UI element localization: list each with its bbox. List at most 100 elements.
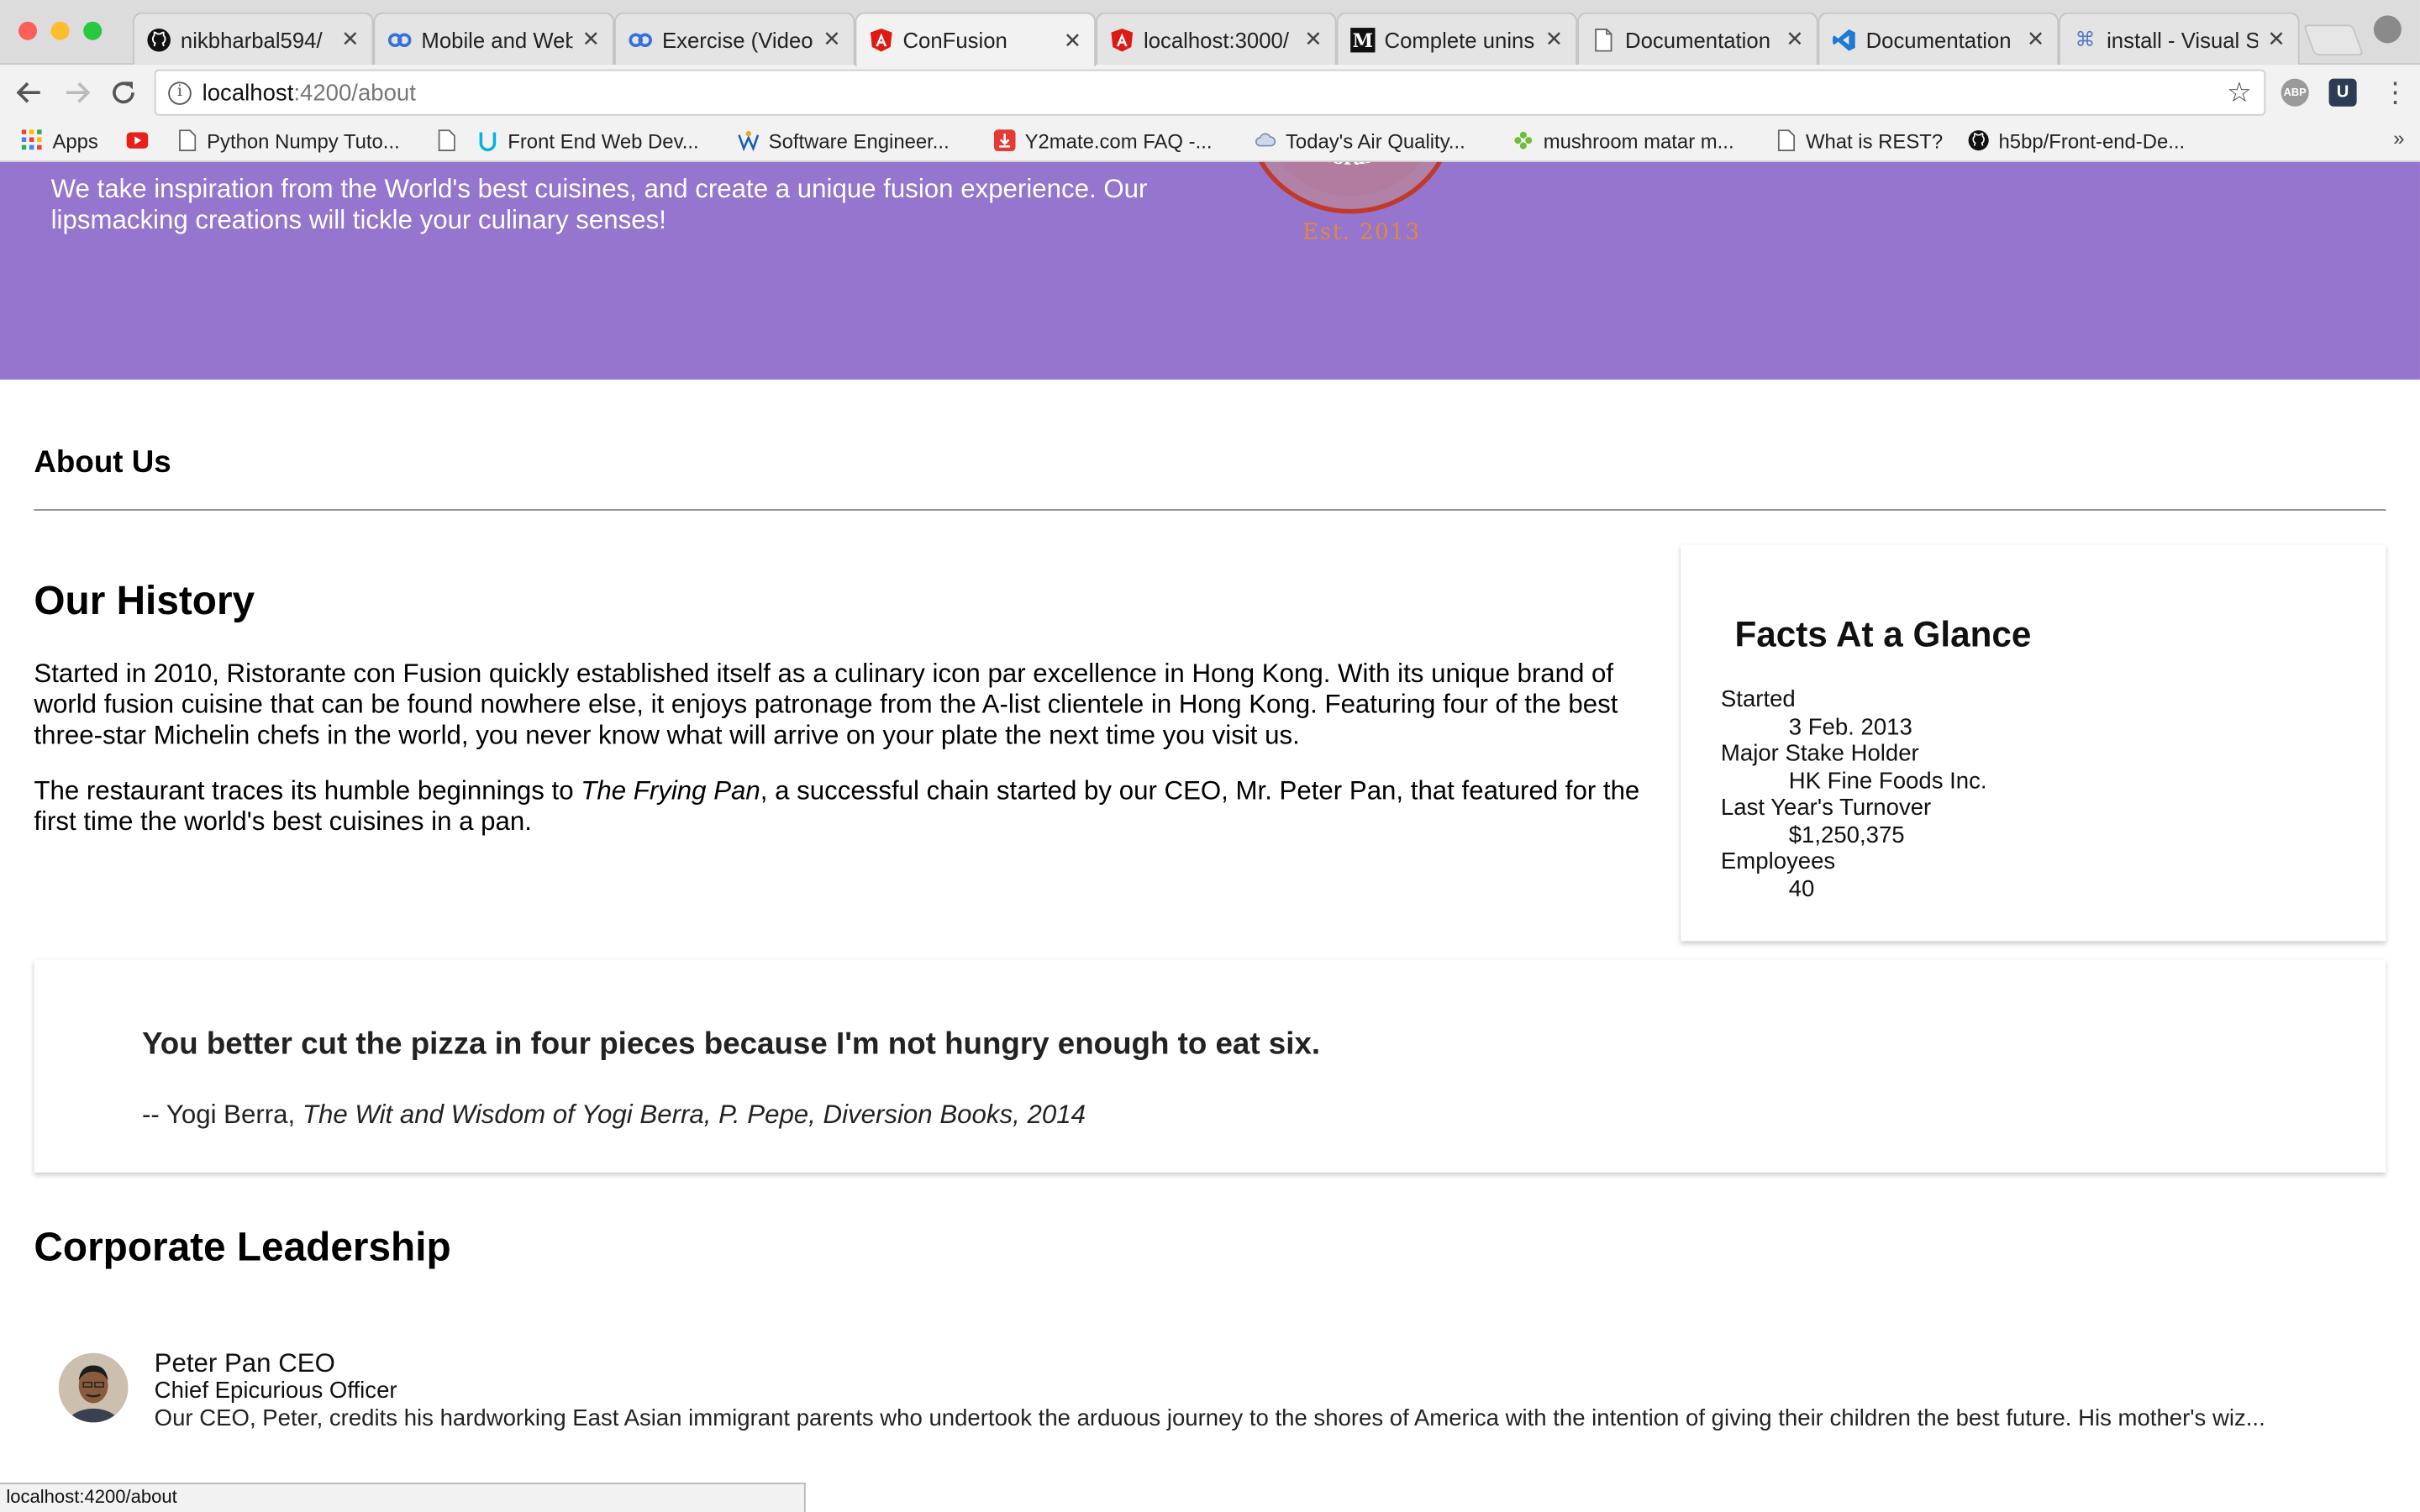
history-paragraph-2: The restaurant traces its humble beginni…	[34, 776, 1682, 837]
divider	[34, 509, 2386, 511]
window-close-button[interactable]	[18, 21, 38, 40]
browser-tab[interactable]: Exercise (Video ✕	[614, 12, 855, 66]
fact-term: Started	[1720, 686, 1796, 713]
tab-title: Complete unins	[1384, 27, 1535, 52]
address-url[interactable]: localhost:4200/about	[203, 81, 416, 107]
quote-card: You better cut the pizza in four pieces …	[34, 959, 2386, 1173]
jumbotron: We take inspiration from the World's bes…	[0, 161, 2420, 380]
fact-term: Major Stake Holder	[1720, 740, 1919, 767]
medium-icon: M	[1350, 27, 1376, 52]
bookmark-item[interactable]: h5bp/Front-end-De...	[1968, 127, 2185, 155]
avatar	[58, 1352, 129, 1423]
info-icon[interactable]: i	[168, 81, 192, 105]
fact-value: $1,250,375	[1788, 822, 1905, 848]
bookmark-item[interactable]: Front End Web Dev...	[477, 127, 699, 155]
tab-title: install - Visual S	[2107, 27, 2259, 52]
quote-author: -- Yogi Berra,	[141, 1100, 302, 1130]
browser-tab[interactable]: nikbharbal594/ ✕	[132, 12, 374, 66]
bookmark-label: mushroom matar m...	[1543, 129, 1734, 152]
facts-card: Facts At a Glance Started 3 Feb. 2013 Ma…	[1681, 544, 2386, 942]
coursera-icon	[629, 27, 653, 51]
coursera-icon	[387, 27, 412, 51]
close-icon[interactable]: ✕	[823, 26, 841, 52]
page-icon	[1775, 129, 1797, 151]
fact-value: HK Fine Foods Inc.	[1788, 767, 1987, 794]
browser-tab[interactable]: ⌘ install - Visual S ✕	[2059, 12, 2300, 66]
page-icon	[176, 129, 197, 151]
bookmarks-bar: Apps Python Numpy Tuto... Front End Web …	[0, 120, 2420, 162]
close-icon[interactable]: ✕	[1304, 26, 1323, 52]
new-tab-button[interactable]	[2303, 24, 2365, 56]
browser-tab[interactable]: Documentation ✕	[1577, 12, 1818, 66]
window-zoom-button[interactable]	[83, 21, 103, 40]
tab-title: localhost:3000/	[1143, 27, 1289, 52]
extension-label: ABP	[2283, 87, 2307, 98]
browser-tab[interactable]: Mobile and Web ✕	[373, 12, 615, 66]
close-icon[interactable]: ✕	[341, 26, 360, 52]
tab-title: Documentation	[1865, 27, 2012, 52]
fact-value: 3 Feb. 2013	[1788, 713, 1912, 740]
bookmark-item[interactable]: Software Engineer...	[738, 127, 950, 155]
tab-title: Exercise (Video	[661, 27, 813, 52]
close-icon[interactable]: ✕	[581, 26, 601, 52]
close-icon[interactable]: ✕	[2027, 26, 2045, 52]
profile-avatar-icon[interactable]	[2373, 15, 2402, 44]
bookmark-item[interactable]: mushroom matar m...	[1512, 127, 1734, 155]
fact-term: Employees	[1720, 848, 1836, 875]
bookmark-item[interactable]: What is REST?	[1775, 127, 1943, 155]
bookmark-star-icon[interactable]: ☆	[2227, 77, 2252, 110]
bookmark-item[interactable]: Y2mate.com FAQ -...	[993, 127, 1212, 155]
restaurant-logo: Ristorante con Fusion	[1243, 161, 1443, 214]
angular-icon	[1110, 27, 1134, 51]
bookmark-youtube[interactable]	[126, 127, 158, 155]
bookmark-label: Software Engineer...	[768, 129, 950, 152]
bookmark-label: Python Numpy Tuto...	[207, 129, 400, 152]
arrow-right-icon	[66, 81, 91, 103]
extension-icon[interactable]: U	[2328, 78, 2357, 107]
browser-tab[interactable]: M Complete unins ✕	[1336, 12, 1578, 66]
vscode-icon	[1832, 27, 1856, 51]
back-button[interactable]	[14, 77, 45, 108]
overflow-chevron-icon: »	[2393, 126, 2405, 150]
arrow-left-icon	[16, 81, 40, 103]
facts-list: Started 3 Feb. 2013 Major Stake Holder H…	[1721, 686, 1987, 902]
udacity-icon	[477, 129, 499, 152]
quote-text: You better cut the pizza in four pieces …	[141, 1027, 1321, 1062]
browser-tab-active[interactable]: ConFusion ✕	[855, 12, 1097, 66]
close-icon[interactable]: ✕	[1063, 27, 1082, 53]
reload-icon	[113, 81, 134, 104]
browser-tab[interactable]: Documentation ✕	[1818, 12, 2060, 66]
close-icon[interactable]: ✕	[1786, 26, 1804, 52]
tab-title: Mobile and Web	[421, 27, 573, 52]
browser-menu-icon[interactable]: ⋮	[2381, 77, 2409, 108]
bookmark-item[interactable]	[435, 127, 466, 155]
quote-citation: -- Yogi Berra, The Wit and Wisdom of Yog…	[142, 1100, 1086, 1131]
tab-title: nikbharbal594/	[180, 27, 323, 52]
cloud-icon	[1255, 129, 1276, 151]
bookmark-apps[interactable]: Apps	[21, 127, 98, 155]
tab-title: ConFusion	[902, 28, 1007, 53]
leader-description: Our CEO, Peter, credits his hardworking …	[154, 1405, 2265, 1432]
leader-title: Chief Epicurious Officer	[154, 1378, 397, 1404]
bookmark-item[interactable]: Python Numpy Tuto...	[176, 127, 400, 155]
close-icon[interactable]: ✕	[1545, 26, 1564, 52]
history-paragraph-1: Started in 2010, Ristorante con Fusion q…	[34, 659, 1618, 750]
address-bar[interactable]: i localhost:4200/about ☆	[154, 69, 2266, 116]
apps-grid-icon	[21, 129, 44, 151]
reload-button[interactable]	[108, 77, 139, 108]
bookmarks-overflow-button[interactable]: »	[2393, 127, 2404, 150]
svg-text:M: M	[1353, 29, 1373, 51]
browser-tab-strip: nikbharbal594/ ✕ Mobile and Web ✕ Exerci…	[0, 0, 2420, 66]
bookmark-item[interactable]: Today's Air Quality...	[1255, 127, 1465, 155]
leader-name: Peter Pan CEO	[154, 1348, 335, 1378]
close-icon[interactable]: ✕	[2267, 26, 2286, 52]
url-host: localhost	[202, 80, 294, 107]
bookmark-label: Today's Air Quality...	[1285, 129, 1465, 152]
window-minimize-button[interactable]	[50, 21, 70, 40]
page-icon	[435, 129, 457, 151]
forward-button[interactable]	[61, 77, 92, 108]
adblock-plus-extension-icon[interactable]: ABP	[2281, 78, 2309, 107]
bookmark-label: Apps	[52, 129, 98, 152]
fact-value: 40	[1788, 875, 1815, 902]
browser-tab[interactable]: localhost:3000/ ✕	[1096, 12, 1337, 66]
